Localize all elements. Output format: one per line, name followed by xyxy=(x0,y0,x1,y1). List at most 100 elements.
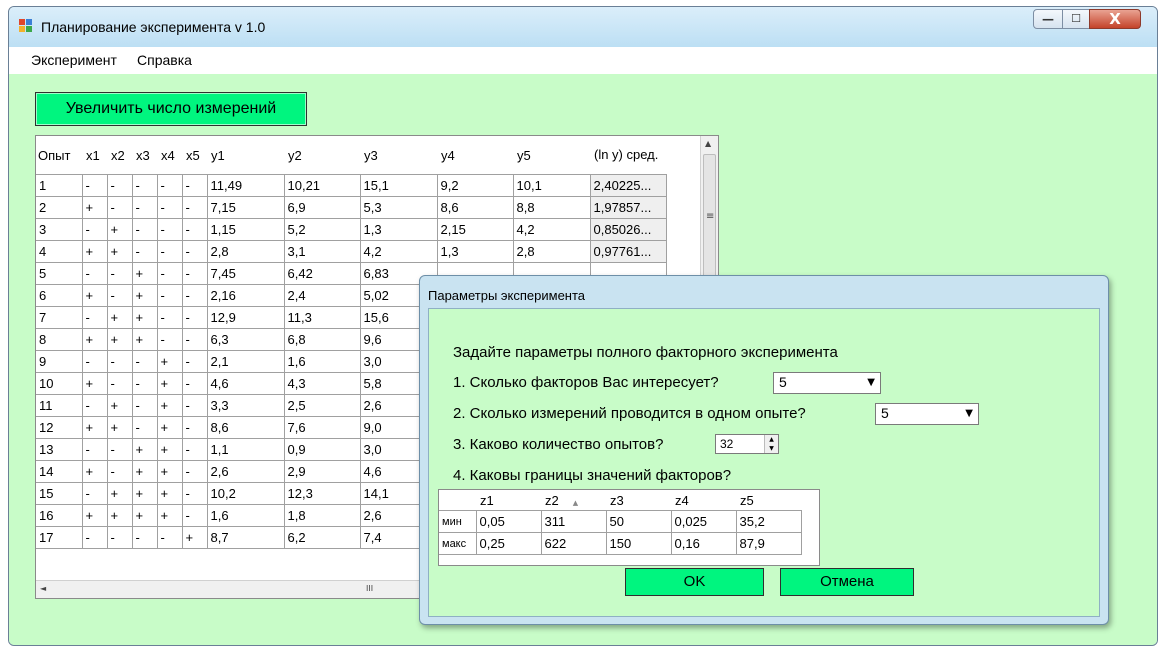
grid-cell[interactable]: - xyxy=(181,262,208,285)
limits-column-header[interactable]: z2 ▲ xyxy=(541,490,606,511)
grid-cell[interactable]: - xyxy=(106,196,133,219)
grid-cell[interactable]: - xyxy=(131,416,158,439)
grid-cell[interactable]: - xyxy=(181,372,208,395)
grid-cell[interactable]: - xyxy=(181,218,208,241)
grid-cell[interactable]: 1,97857... xyxy=(589,196,667,219)
grid-cell[interactable]: 1,3 xyxy=(359,218,438,241)
grid-cell[interactable]: 17 xyxy=(36,526,83,549)
factors-count-select[interactable]: 5 ▼ xyxy=(773,372,881,394)
grid-cell[interactable]: - xyxy=(81,306,108,329)
grid-cell[interactable]: 1,6 xyxy=(283,350,361,373)
grid-cell[interactable]: - xyxy=(156,262,183,285)
grid-column-header[interactable]: x4 xyxy=(157,136,182,175)
grid-cell[interactable]: - xyxy=(81,526,108,549)
grid-cell[interactable]: 6,42 xyxy=(283,262,361,285)
limits-cell[interactable]: 0,25 xyxy=(475,532,542,555)
title-bar[interactable]: Планирование эксперимента v 1.0 — ☐ X xyxy=(9,7,1157,47)
grid-cell[interactable]: 2,9 xyxy=(283,460,361,483)
grid-cell[interactable]: 6,2 xyxy=(283,526,361,549)
grid-cell[interactable]: - xyxy=(181,284,208,307)
grid-cell[interactable]: 10 xyxy=(36,372,83,395)
grid-cell[interactable]: - xyxy=(81,350,108,373)
grid-cell[interactable]: - xyxy=(181,306,208,329)
grid-cell[interactable]: + xyxy=(156,438,183,461)
grid-cell[interactable]: 2,8 xyxy=(206,240,285,263)
grid-column-header[interactable]: y2 xyxy=(284,136,360,175)
grid-cell[interactable]: + xyxy=(106,416,133,439)
close-button[interactable]: X xyxy=(1089,9,1141,29)
grid-cell[interactable]: - xyxy=(81,438,108,461)
grid-cell[interactable]: 12 xyxy=(36,416,83,439)
grid-cell[interactable]: + xyxy=(106,394,133,417)
grid-cell[interactable]: 8,8 xyxy=(512,196,591,219)
grid-cell[interactable]: 10,21 xyxy=(283,174,361,197)
limits-column-header[interactable]: z3 xyxy=(606,490,671,511)
grid-cell[interactable]: 6,9 xyxy=(283,196,361,219)
grid-cell[interactable]: 1,8 xyxy=(283,504,361,527)
grid-cell[interactable]: - xyxy=(106,350,133,373)
grid-cell[interactable]: - xyxy=(181,394,208,417)
grid-cell[interactable]: 11,3 xyxy=(283,306,361,329)
grid-cell[interactable]: + xyxy=(106,218,133,241)
grid-cell[interactable]: + xyxy=(131,460,158,483)
grid-column-header[interactable]: x3 xyxy=(132,136,157,175)
limits-cell[interactable]: 311 xyxy=(540,510,607,533)
limits-cell[interactable]: 0,025 xyxy=(670,510,737,533)
grid-cell[interactable]: + xyxy=(81,416,108,439)
measurements-count-select[interactable]: 5 ▼ xyxy=(875,403,979,425)
grid-cell[interactable]: 14 xyxy=(36,460,83,483)
limits-cell[interactable]: 35,2 xyxy=(735,510,802,533)
grid-cell[interactable]: 7,6 xyxy=(283,416,361,439)
grid-cell[interactable]: - xyxy=(131,526,158,549)
grid-cell[interactable]: 6,8 xyxy=(283,328,361,351)
grid-cell[interactable]: - xyxy=(181,416,208,439)
grid-cell[interactable]: 7 xyxy=(36,306,83,329)
grid-cell[interactable]: - xyxy=(181,460,208,483)
grid-cell[interactable]: - xyxy=(156,218,183,241)
grid-cell[interactable]: 9 xyxy=(36,350,83,373)
grid-cell[interactable]: + xyxy=(106,306,133,329)
grid-cell[interactable]: 4,2 xyxy=(512,218,591,241)
maximize-button[interactable]: ☐ xyxy=(1062,9,1090,29)
grid-column-header[interactable]: x1 xyxy=(82,136,107,175)
grid-column-header[interactable]: Опыт xyxy=(36,136,82,175)
grid-cell[interactable]: + xyxy=(131,306,158,329)
limits-column-header[interactable] xyxy=(439,490,476,511)
grid-cell[interactable]: - xyxy=(106,284,133,307)
factor-limits-grid[interactable]: z1 z2 ▲ z3 z4 z5 мин 0,05 311 50 0,025 35,2 макс 0,2… xyxy=(438,489,820,566)
grid-cell[interactable]: - xyxy=(156,174,183,197)
grid-cell[interactable]: 10,1 xyxy=(512,174,591,197)
grid-cell[interactable]: 2,8 xyxy=(512,240,591,263)
spin-up-icon[interactable]: ▲ xyxy=(765,435,778,444)
grid-column-header[interactable]: (ln y) сред. xyxy=(590,136,666,175)
grid-cell[interactable]: 3 xyxy=(36,218,83,241)
grid-cell[interactable]: + xyxy=(106,240,133,263)
grid-cell[interactable]: + xyxy=(131,482,158,505)
grid-cell[interactable]: - xyxy=(131,218,158,241)
limits-column-header[interactable]: z5 xyxy=(736,490,801,511)
grid-cell[interactable]: 1 xyxy=(36,174,83,197)
grid-cell[interactable]: 4,2 xyxy=(359,240,438,263)
grid-cell[interactable]: - xyxy=(81,394,108,417)
grid-cell[interactable]: 5,3 xyxy=(359,196,438,219)
menu-experiment[interactable]: Эксперимент xyxy=(31,52,117,68)
grid-cell[interactable]: 8,6 xyxy=(436,196,514,219)
grid-cell[interactable]: 13 xyxy=(36,438,83,461)
grid-cell[interactable]: 6,3 xyxy=(206,328,285,351)
grid-cell[interactable]: - xyxy=(181,482,208,505)
grid-cell[interactable]: 2 xyxy=(36,196,83,219)
grid-cell[interactable]: 16 xyxy=(36,504,83,527)
grid-cell[interactable]: 2,4 xyxy=(283,284,361,307)
grid-cell[interactable]: + xyxy=(131,438,158,461)
grid-cell[interactable]: 1,3 xyxy=(436,240,514,263)
menu-help[interactable]: Справка xyxy=(137,52,192,68)
cancel-button[interactable]: Отмена xyxy=(780,568,914,596)
grid-cell[interactable]: 4,3 xyxy=(283,372,361,395)
limits-cell[interactable]: 87,9 xyxy=(735,532,802,555)
limits-cell[interactable]: 0,05 xyxy=(475,510,542,533)
grid-cell[interactable]: + xyxy=(81,328,108,351)
minimize-button[interactable]: — xyxy=(1033,9,1063,29)
grid-cell[interactable]: 5 xyxy=(36,262,83,285)
grid-cell[interactable]: 11 xyxy=(36,394,83,417)
spin-down-icon[interactable]: ▼ xyxy=(765,444,778,453)
